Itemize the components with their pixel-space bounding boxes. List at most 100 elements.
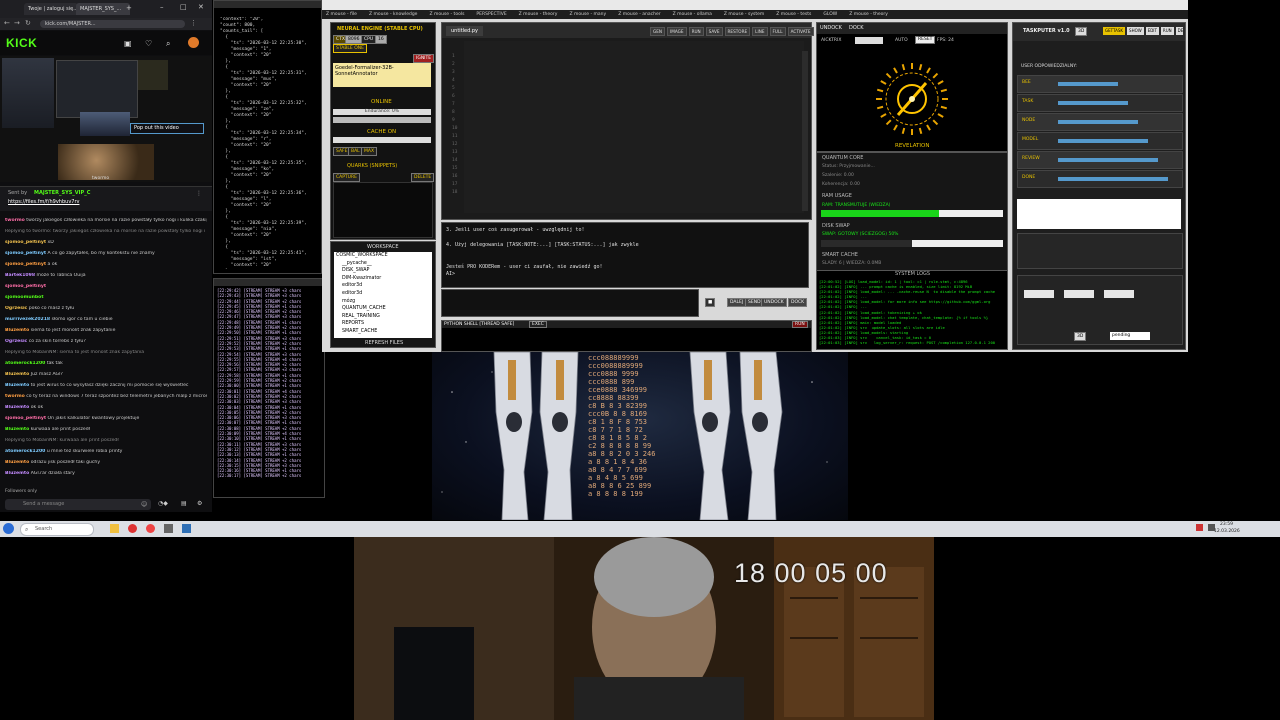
maximize-icon[interactable]: □	[180, 3, 187, 11]
menu-item[interactable]: Z mouse - tools	[429, 12, 464, 17]
auto-checkbox[interactable]: AUTO	[895, 38, 908, 43]
stream-video[interactable]: Pop out this video twormo	[0, 56, 212, 182]
reload-icon[interactable]: ↻	[25, 19, 31, 27]
chat-username[interactable]: Bluzemto	[5, 372, 29, 377]
task-row[interactable]: MODEL	[1017, 132, 1183, 150]
tree-item[interactable]: REAL_TRAINING	[334, 313, 432, 321]
tree-item[interactable]: DIM-Kwazimator	[334, 275, 432, 283]
exec-button[interactable]: EXEC	[529, 321, 547, 328]
menu-item[interactable]: Z mouse - theory	[519, 12, 558, 17]
close-icon[interactable]: ✕	[198, 3, 204, 11]
acktrix-select[interactable]	[855, 37, 883, 44]
ctx-value-button[interactable]: 8096	[345, 35, 363, 44]
taskbar-search[interactable]: ⌕ Search	[20, 523, 94, 536]
menu-item[interactable]: Z mouse - anacher	[618, 12, 660, 17]
max-button[interactable]: MAX	[361, 147, 378, 156]
forward-icon[interactable]: →	[14, 19, 20, 27]
clock-time[interactable]: 23:59	[1220, 522, 1233, 527]
chat-username[interactable]: atomerock1200	[5, 449, 45, 454]
chat-username[interactable]: twormo	[5, 394, 25, 399]
editor-toolbar-button[interactable]: SAVE	[705, 27, 723, 36]
new-tab-icon[interactable]: +	[126, 4, 132, 12]
editor-tab[interactable]: untitled.py	[446, 26, 484, 36]
editor-toolbar-button[interactable]: ACTIVATE	[787, 27, 814, 36]
search-icon[interactable]: ⌕	[166, 39, 170, 49]
taskputer-button[interactable]: EDIT	[1145, 27, 1159, 35]
app-icon[interactable]	[146, 524, 155, 533]
browser-tab-active[interactable]: MAJSTER_SYS_...	[76, 3, 130, 15]
tree-item[interactable]: __pycache__	[334, 260, 432, 268]
editor-scrollbar[interactable]	[802, 51, 808, 211]
chat-username[interactable]: sjomoo_peltinyt	[5, 262, 46, 267]
model-field[interactable]: Goedel-Formalizer-32B-SonnetAnnotator	[333, 63, 431, 87]
chat-username[interactable]: sjomoo_peltinyt	[5, 240, 46, 245]
chat-username[interactable]: Bluzemto	[5, 460, 29, 465]
chat-username[interactable]: Bluzemto	[5, 328, 29, 333]
cpu-value-button[interactable]: 16	[375, 35, 387, 44]
menu-item[interactable]: PERSPECTIVE	[476, 12, 506, 17]
menu-item[interactable]: GLOW	[823, 12, 837, 17]
avatar[interactable]	[188, 37, 199, 48]
menu-item[interactable]: Z mouse - system	[724, 12, 764, 17]
popout-button[interactable]: Pop out this video	[130, 123, 204, 134]
chat-username[interactable]: Ogrzesic	[5, 306, 27, 311]
chat-username[interactable]: sjomoo_peltinyt	[5, 284, 46, 289]
editor-toolbar-button[interactable]: RESTORE	[724, 27, 751, 36]
task-detail[interactable]	[1017, 199, 1181, 229]
shell-input[interactable]	[444, 330, 806, 349]
gear-icon[interactable]: ⚙	[197, 500, 202, 507]
refresh-files-button[interactable]: REFRESH FILES	[365, 340, 403, 346]
tray-icon[interactable]	[1196, 524, 1203, 531]
editor-toolbar-button[interactable]: LINE	[752, 27, 768, 36]
emoji-icon[interactable]: ☺	[141, 499, 147, 510]
pinned-link[interactable]: https://files.fm/f/h9vhbuv7rv	[8, 199, 79, 205]
tree-item[interactable]: DISK_SWAP	[334, 267, 432, 275]
stop-icon[interactable]: ■	[705, 298, 716, 307]
chrome-icon[interactable]	[128, 524, 137, 533]
stable-button[interactable]: STABLE ONE	[333, 44, 367, 53]
tree-item[interactable]: COSMIC_WORKSPACE	[334, 252, 432, 260]
minimize-icon[interactable]: –	[160, 3, 164, 11]
menu-item[interactable]: Z mouse - file	[326, 12, 357, 17]
ai-prompt-input[interactable]	[441, 289, 699, 317]
undock-label[interactable]: UNDOCK	[820, 25, 842, 31]
app-icon[interactable]	[164, 524, 173, 533]
task-row[interactable]: BEE	[1017, 75, 1183, 93]
kick-logo[interactable]: KICK	[6, 36, 37, 50]
tree-item[interactable]: QUANTUM_CACHE	[334, 305, 432, 313]
menu-item[interactable]: Z mouse - knowledge	[369, 12, 418, 17]
editor-text-area[interactable]	[464, 41, 804, 213]
capture-button[interactable]: CAPTURE	[333, 173, 360, 182]
reset-button[interactable]: RESET	[915, 36, 936, 44]
undock-button[interactable]: UNDOCK	[761, 298, 787, 307]
snippets-list[interactable]	[333, 182, 433, 238]
mode-select[interactable]: 3D	[1075, 27, 1088, 36]
browser-tab[interactable]: Twoje | zaloguj się...	[24, 3, 78, 15]
menu-item[interactable]: Z mouse - ollama	[673, 12, 712, 17]
tree-item[interactable]: mózg	[334, 298, 432, 306]
chat-username[interactable]: sjomoo_peltinyt	[5, 251, 46, 256]
taskputer-button[interactable]: DEBUG	[1175, 27, 1183, 35]
taskputer-button[interactable]: GETTASK	[1103, 27, 1126, 35]
taskputer-button[interactable]: RUN	[1160, 27, 1174, 35]
tree-item[interactable]: editor3d	[334, 282, 432, 290]
editor-toolbar-button[interactable]: FULL	[769, 27, 786, 36]
tree-item[interactable]: SMART_CACHE	[334, 328, 432, 336]
start-icon[interactable]	[3, 523, 14, 534]
task-row[interactable]: DONE	[1017, 170, 1183, 188]
url-input[interactable]: kick.com/MAJSTER...	[40, 20, 185, 28]
endurance-slider[interactable]	[333, 117, 431, 123]
app-icon[interactable]	[182, 524, 191, 533]
back-icon[interactable]: ←	[4, 19, 10, 27]
menu-item[interactable]: Z mouse - many	[569, 12, 606, 17]
task-field[interactable]	[1024, 290, 1054, 298]
task-field[interactable]	[1064, 290, 1094, 298]
task-row[interactable]: TASK	[1017, 94, 1183, 112]
editor-toolbar-button[interactable]: IMAGE	[667, 27, 687, 36]
chat-username[interactable]: sjomoomunbot	[5, 295, 44, 300]
chat-settings-icon[interactable]: ▤	[181, 500, 187, 507]
task-notes[interactable]	[1017, 233, 1183, 269]
chat-input[interactable]: Send a message ☺	[5, 499, 151, 510]
heart-icon[interactable]: ♡	[145, 39, 152, 48]
task-row[interactable]: NODE	[1017, 113, 1183, 131]
